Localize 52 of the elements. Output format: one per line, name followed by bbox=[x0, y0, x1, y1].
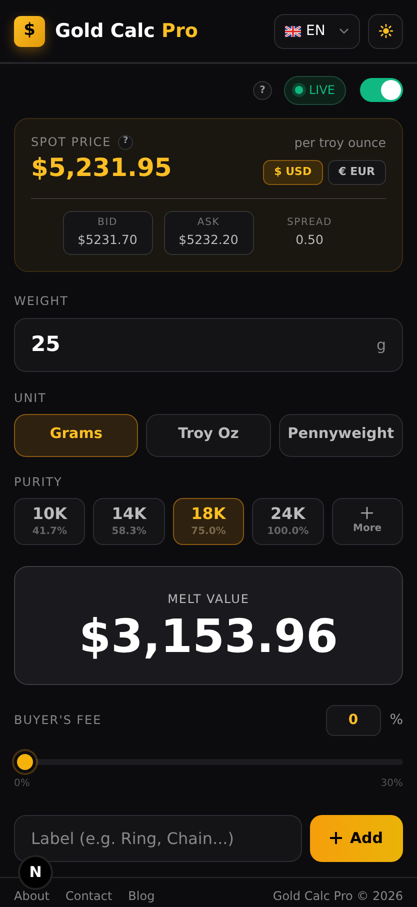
purity-option[interactable]: 24K 100.0% bbox=[252, 498, 324, 545]
purity-option[interactable]: 18K 75.0% bbox=[172, 498, 244, 545]
help-button[interactable]: ? bbox=[252, 80, 272, 100]
unit-suffix: g bbox=[376, 334, 386, 356]
quote-value: $5231.70 bbox=[78, 231, 138, 250]
section-label: BUYER'S FEE bbox=[14, 712, 103, 730]
purity-option[interactable]: 14K 58.3% bbox=[93, 498, 165, 545]
quote-label: SPREAD bbox=[287, 216, 332, 230]
section-label: PURITY bbox=[14, 474, 64, 491]
quote-label: BID bbox=[98, 216, 118, 230]
app-title: Gold Calc Pro bbox=[55, 18, 198, 44]
language-select[interactable]: EN bbox=[274, 14, 360, 48]
slider-max-label: 30% bbox=[380, 776, 403, 791]
unit-option[interactable]: Troy Oz bbox=[146, 414, 271, 457]
flag-icon bbox=[285, 26, 301, 36]
spot-price-label: SPOT PRICE bbox=[31, 134, 112, 151]
chevron-down-icon bbox=[339, 28, 349, 34]
add-button[interactable]: Add bbox=[310, 814, 403, 862]
theme-toggle-button[interactable] bbox=[368, 14, 403, 48]
section-label: WEIGHT bbox=[14, 292, 70, 310]
live-toggle[interactable] bbox=[360, 78, 403, 102]
currency-toggle[interactable]: $ USD bbox=[263, 160, 323, 185]
plus-icon bbox=[330, 832, 342, 844]
live-badge: LIVE bbox=[284, 76, 346, 104]
dev-tools-badge[interactable]: N bbox=[18, 855, 53, 890]
purity-option[interactable]: 10K 41.7% bbox=[14, 498, 86, 545]
logo-icon: $ bbox=[14, 16, 45, 46]
copyright-text: Gold Calc Pro © 2026 bbox=[272, 888, 403, 906]
currency-toggle[interactable]: € EUR bbox=[328, 160, 386, 185]
slider-min-label: 0% bbox=[14, 776, 30, 791]
price-unit-note: per troy ounce bbox=[294, 134, 386, 152]
melt-value-label: MELT VALUE bbox=[168, 590, 250, 608]
more-purity-button[interactable]: More bbox=[332, 498, 403, 545]
footer-link[interactable]: Contact bbox=[65, 887, 112, 906]
quote-value: $5232.20 bbox=[178, 231, 238, 250]
label-input-field[interactable]: Label (e.g. Ring, Chain...) bbox=[14, 814, 302, 862]
footer-link[interactable]: Blog bbox=[128, 887, 155, 906]
section-label: UNIT bbox=[14, 390, 48, 407]
percent-sign: % bbox=[390, 710, 403, 730]
unit-option[interactable]: Pennyweight bbox=[278, 414, 403, 457]
quote-label: ASK bbox=[197, 216, 220, 230]
fee-input-field[interactable]: 0 bbox=[326, 704, 381, 736]
plus-icon bbox=[361, 506, 374, 519]
quote-value: 0.50 bbox=[296, 230, 324, 249]
help-button[interactable]: ? bbox=[118, 134, 134, 150]
sun-icon bbox=[378, 24, 392, 38]
footer-link[interactable]: About bbox=[14, 887, 50, 906]
spot-price: $5,231.95 bbox=[31, 152, 172, 184]
melt-value: $3,153.96 bbox=[79, 610, 338, 662]
weight-input-field[interactable]: 25 g bbox=[14, 318, 403, 372]
unit-option[interactable]: Grams bbox=[14, 414, 138, 457]
slider-thumb[interactable] bbox=[14, 750, 36, 773]
